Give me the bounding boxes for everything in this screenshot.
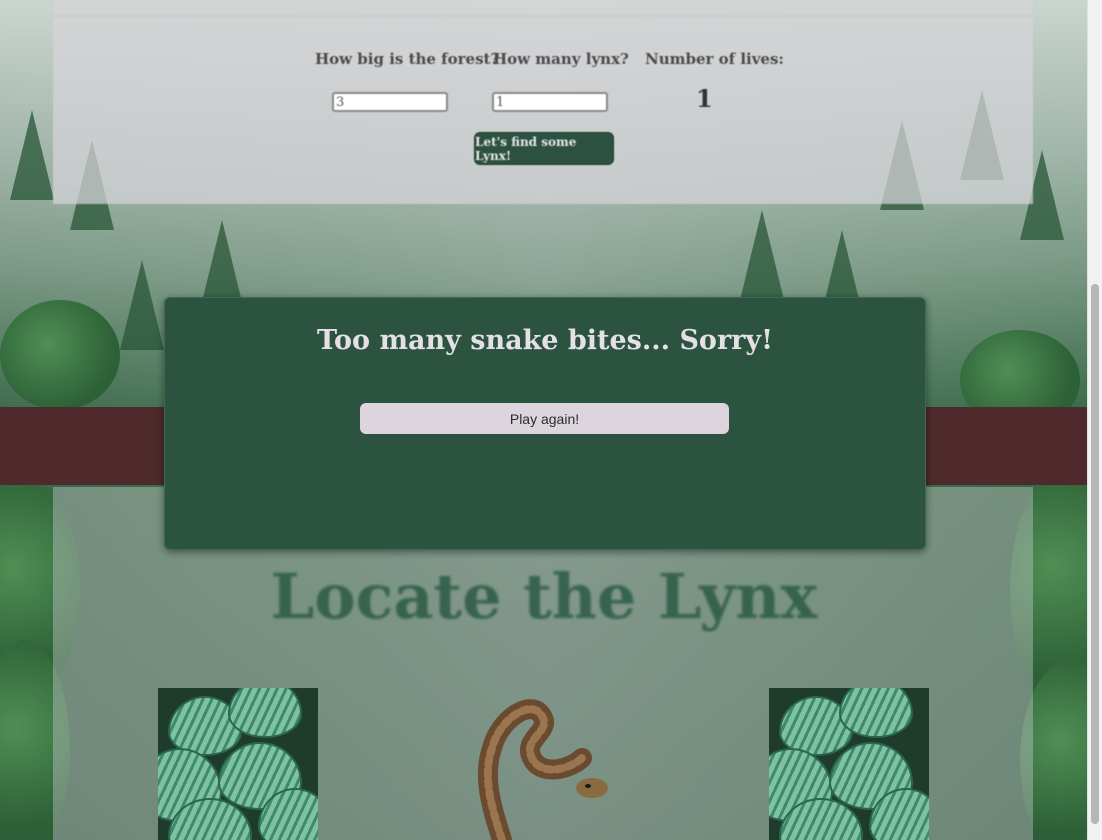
lynx-count-label: How many lynx?	[493, 50, 629, 68]
game-over-modal: Too many snake bites... Sorry! Play agai…	[164, 297, 926, 550]
game-over-message: Too many snake bites... Sorry!	[317, 325, 773, 356]
forest-tile[interactable]	[158, 688, 318, 840]
lives-value: 1	[696, 84, 713, 113]
snake-tile[interactable]	[462, 688, 622, 840]
forest-tile[interactable]	[769, 688, 929, 840]
lynx-count-input[interactable]: 1	[492, 92, 608, 112]
forest-size-input[interactable]: 3	[332, 92, 448, 112]
snake-icon	[477, 699, 608, 840]
forest-size-label: How big is the forest?	[315, 50, 500, 68]
find-lynx-button[interactable]: Let's find some Lynx!	[474, 132, 614, 165]
page-scrollbar[interactable]	[1087, 0, 1102, 840]
scrollbar-thumb[interactable]	[1091, 284, 1099, 824]
game-title: Locate the Lynx	[270, 560, 818, 633]
play-again-button[interactable]: Play again!	[360, 403, 729, 434]
settings-top-strip	[53, 0, 1033, 14]
lives-label: Number of lives:	[645, 50, 784, 68]
